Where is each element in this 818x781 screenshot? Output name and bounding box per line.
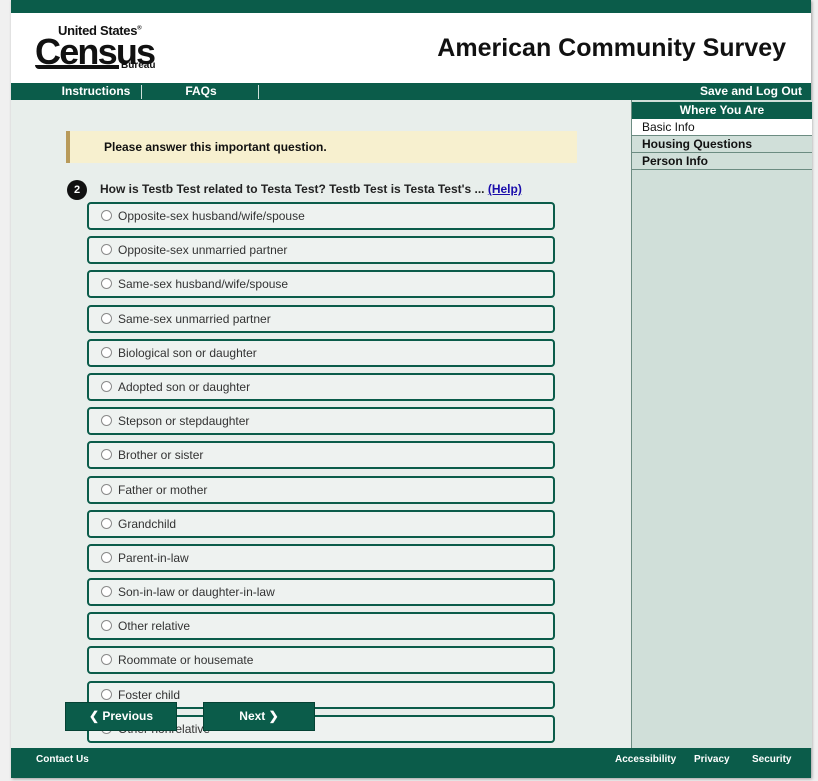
relationship-option[interactable]: Roommate or housemate [87,646,555,675]
sidebar-title: Where You Are [632,102,812,119]
where-you-are-sidebar: Where You Are Basic Info Housing Questio… [631,100,812,748]
previous-button[interactable]: ❮ Previous [65,702,177,731]
radio-button[interactable] [101,586,112,598]
relationship-option[interactable]: Brother or sister [87,441,555,470]
radio-button[interactable] [101,654,112,666]
option-label: Other relative [118,619,191,634]
nav-divider [258,85,259,99]
radio-button[interactable] [101,620,112,632]
radio-button[interactable] [101,551,112,563]
footer-contact-link[interactable]: Contact Us [36,754,89,765]
question-text: How is Testb Test related to Testa Test?… [100,182,522,196]
option-label: Opposite-sex unmarried partner [118,243,288,258]
relationship-option[interactable]: Other relative [87,612,555,641]
relationship-option[interactable]: Grandchild [87,509,555,538]
radio-button[interactable] [101,312,112,324]
relationship-option[interactable]: Son-in-law or daughter-in-law [87,578,555,607]
nav-faqs[interactable]: FAQs [171,83,231,100]
footer-accessibility-link[interactable]: Accessibility [615,754,676,765]
footer: Contact Us Accessibility Privacy Securit… [11,748,811,778]
top-bar [11,0,811,13]
question-number-badge: 2 [67,180,87,200]
radio-button[interactable] [101,380,112,392]
option-label: Brother or sister [118,448,204,463]
radio-button[interactable] [101,346,112,358]
footer-security-link[interactable]: Security [752,754,791,765]
relationship-option[interactable]: Stepson or stepdaughter [87,407,555,436]
radio-button[interactable] [101,244,112,256]
option-label: Opposite-sex husband/wife/spouse [118,209,305,223]
option-label: Grandchild [118,516,177,531]
previous-label: Previous [102,709,154,723]
option-label: Same-sex husband/wife/spouse [118,277,289,292]
radio-button[interactable] [101,688,112,700]
nav-divider [141,85,142,99]
option-label: Parent-in-law [118,550,189,565]
next-label: Next [239,709,266,723]
relationship-option[interactable]: Parent-in-law [87,543,555,572]
census-logo[interactable]: United States® Census Bureau [35,23,165,75]
question-label: How is Testb Test related to Testa Test?… [100,182,485,196]
option-label: Father or mother [118,482,208,497]
radio-button[interactable] [101,517,112,529]
save-and-logout-button[interactable]: Save and Log Out [700,83,802,100]
chevron-right-icon: ❯ [268,709,279,723]
logo-swoosh [35,65,119,69]
option-label: Roommate or housemate [118,653,254,668]
logo-bureau: Bureau [121,60,156,71]
relationship-options: Opposite-sex husband/wife/spouse Opposite… [87,202,555,749]
sidebar-item-housing-questions[interactable]: Housing Questions [632,136,812,153]
radio-button[interactable] [101,210,112,221]
footer-privacy-link[interactable]: Privacy [694,754,730,765]
relationship-option[interactable]: Adopted son or daughter [87,372,555,401]
header: United States® Census Bureau American Co… [11,13,811,83]
survey-title: American Community Survey [437,34,786,62]
option-label: Son-in-law or daughter-in-law [118,585,275,600]
radio-button[interactable] [101,415,112,427]
option-label: Foster child [118,687,181,702]
next-button[interactable]: Next ❯ [203,702,315,731]
option-label: Biological son or daughter [118,345,257,360]
relationship-option[interactable]: Same-sex husband/wife/spouse [87,270,555,299]
option-label: Adopted son or daughter [118,379,251,394]
relationship-option[interactable]: Biological son or daughter [87,338,555,367]
radio-button[interactable] [101,483,112,495]
relationship-option[interactable]: Father or mother [87,475,555,504]
option-label: Same-sex unmarried partner [118,311,271,326]
nav-instructions[interactable]: Instructions [49,83,143,100]
chevron-left-icon: ❮ [88,709,99,723]
page-frame: United States® Census Bureau American Co… [11,0,812,778]
alert-message: Please answer this important question. [66,131,577,163]
sidebar-item-basic-info[interactable]: Basic Info [632,119,812,136]
help-link[interactable]: (Help) [488,182,522,196]
sidebar-item-person-info[interactable]: Person Info [632,153,812,170]
option-label: Stepson or stepdaughter [118,414,250,429]
nav-bar: Instructions FAQs Save and Log Out [11,83,811,100]
relationship-option[interactable]: Same-sex unmarried partner [87,304,555,333]
relationship-option[interactable]: Opposite-sex unmarried partner [87,236,555,265]
radio-button[interactable] [101,278,112,290]
radio-button[interactable] [101,449,112,461]
alert-text: Please answer this important question. [104,140,327,154]
relationship-option[interactable]: Opposite-sex husband/wife/spouse [87,202,555,230]
